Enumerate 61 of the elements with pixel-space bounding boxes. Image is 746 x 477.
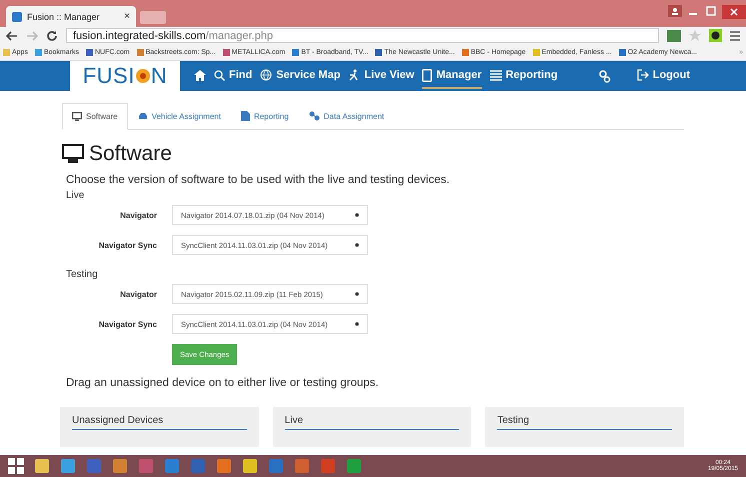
monitor-icon: [72, 112, 82, 121]
menu-icon[interactable]: [730, 30, 740, 40]
address-field[interactable]: fusion.integrated-skills.com/manager.php: [66, 28, 659, 43]
tablet-icon: [422, 68, 432, 82]
tab[interactable]: Reporting: [230, 103, 299, 129]
back-icon[interactable]: [6, 30, 18, 40]
group-title: Testing: [66, 269, 99, 280]
panel-title: Testing: [497, 415, 672, 430]
instruction-text: Drag an unassigned device on to either live or testing groups.: [66, 377, 380, 389]
user-icon[interactable]: [668, 5, 682, 17]
field-label: Navigator Sync: [98, 320, 157, 328]
nav-link[interactable]: Live View: [348, 63, 414, 89]
tab[interactable]: Vehicle Assignment: [128, 103, 231, 129]
nav-link[interactable]: Find: [214, 63, 252, 89]
page-heading: Software: [89, 142, 172, 166]
favicon-icon: [12, 12, 22, 22]
list-icon: [490, 70, 502, 80]
field-label: Navigator Sync: [98, 240, 157, 250]
app-icon[interactable]: [216, 458, 232, 474]
extension-icon[interactable]: [709, 29, 722, 42]
app-icon[interactable]: [34, 458, 50, 474]
nav-link[interactable]: Manager: [422, 63, 482, 89]
field-label: Navigator: [119, 290, 157, 298]
app-icon[interactable]: [112, 458, 128, 474]
panel-title: Live: [284, 415, 460, 430]
tab[interactable]: Data Assignment: [298, 103, 394, 129]
browser-tab[interactable]: Fusion :: Manager ×: [6, 6, 136, 27]
star-icon[interactable]: [689, 30, 701, 42]
tab-title: Fusion :: Manager: [27, 12, 100, 22]
group-title: Live: [66, 190, 86, 201]
globe-icon: [260, 69, 272, 81]
car-icon: [138, 112, 148, 120]
reload-icon[interactable]: [46, 30, 58, 42]
settings-icon[interactable]: [598, 70, 611, 82]
logout-icon: [636, 69, 649, 81]
document-icon: [240, 111, 250, 121]
logo[interactable]: FUSI N: [70, 61, 180, 91]
logo-icon: [134, 68, 151, 84]
walking-person-icon: [348, 69, 360, 81]
intro-text: Choose the version of software to be used with the live and testing devices.: [66, 174, 451, 186]
close-tab-button[interactable]: ×: [124, 11, 130, 22]
nav-link[interactable]: Reporting: [490, 63, 558, 89]
app-icon[interactable]: [346, 458, 362, 474]
share-icon: [308, 111, 320, 121]
nav-link[interactable]: Service Map: [260, 63, 340, 89]
app-icon[interactable]: [60, 458, 76, 474]
monitor-icon: [62, 144, 84, 164]
field-label: Navigator: [119, 210, 157, 220]
tab[interactable]: Software: [62, 103, 128, 130]
panel-title: Unassigned Devices: [72, 415, 247, 430]
close-icon[interactable]: [722, 5, 746, 19]
app-icon[interactable]: [294, 458, 310, 474]
home-icon: [194, 70, 206, 80]
maximize-icon[interactable]: [704, 5, 718, 17]
windows-logo-icon[interactable]: [8, 458, 24, 474]
search-icon: [214, 70, 225, 80]
extension-icon[interactable]: [667, 30, 681, 42]
app-icon[interactable]: [242, 458, 258, 474]
forward-icon[interactable]: [26, 30, 38, 40]
app-icon[interactable]: [164, 458, 180, 474]
logout-link[interactable]: Logout: [636, 63, 690, 89]
